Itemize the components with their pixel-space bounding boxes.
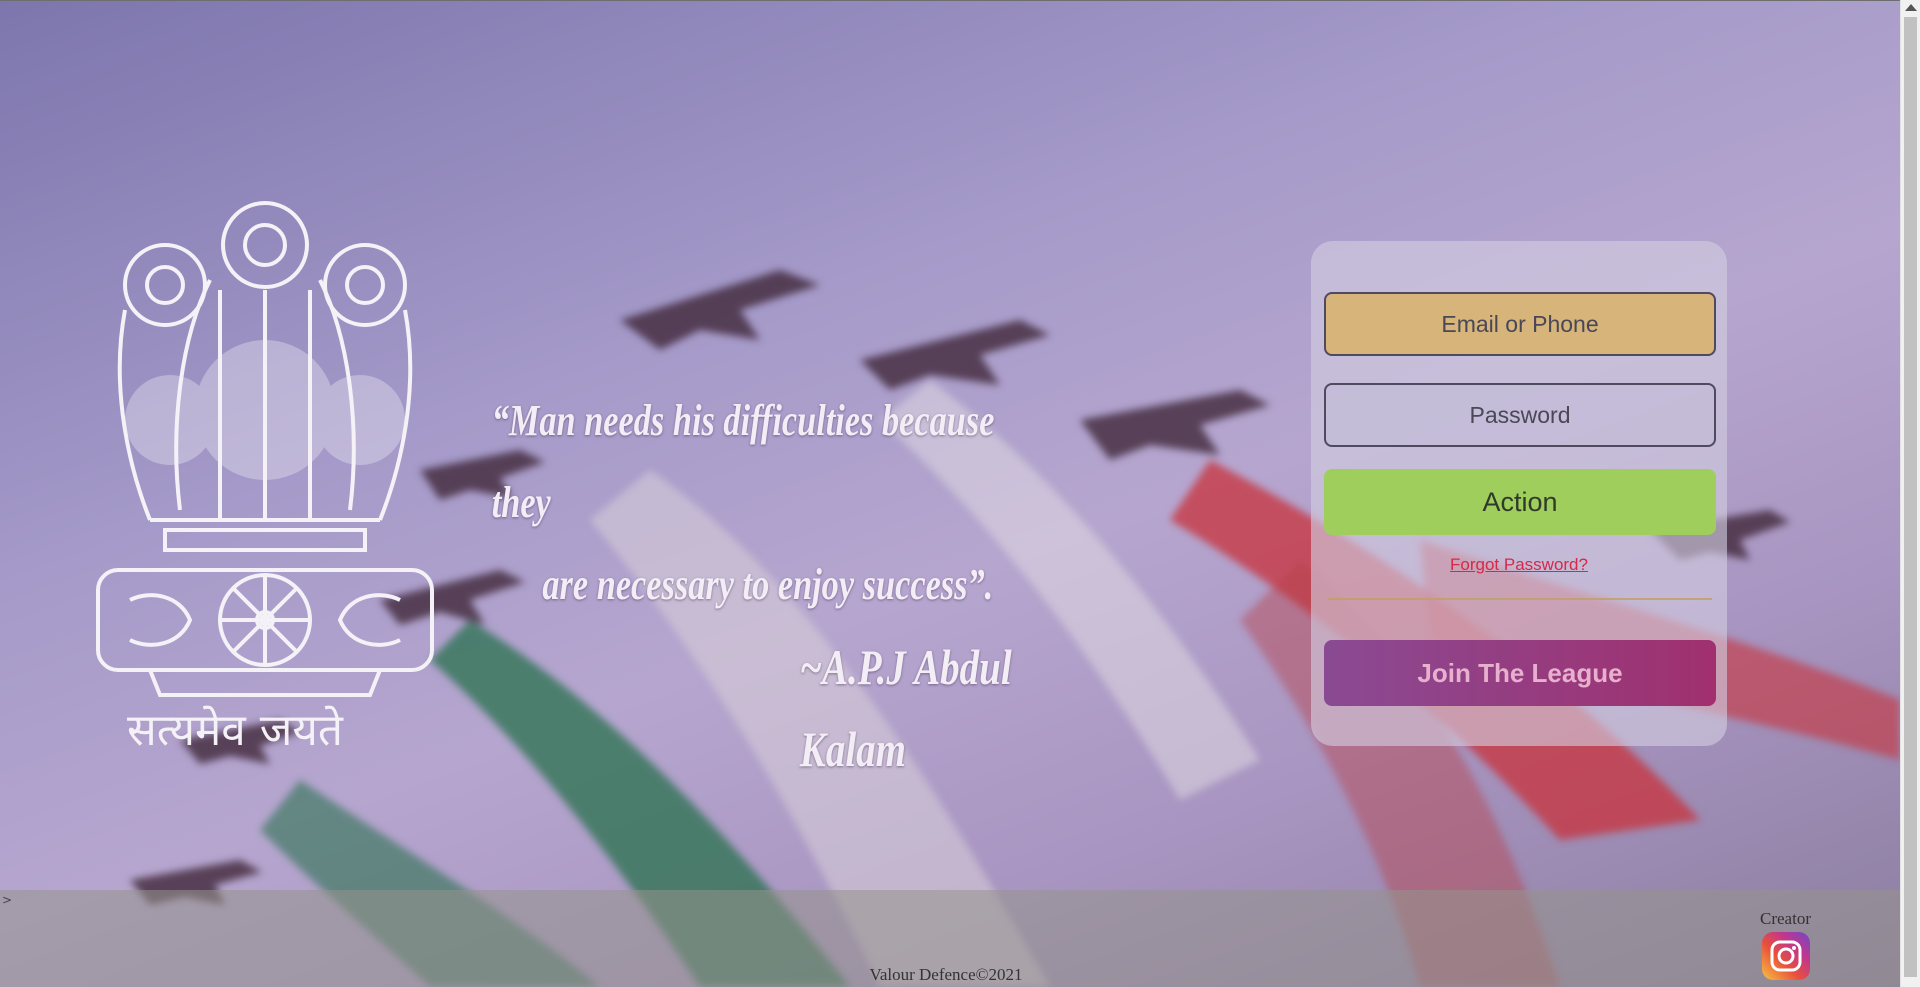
national-emblem: सत्यमेव जयते	[70, 190, 460, 760]
password-placeholder: Password	[1469, 401, 1571, 428]
creator-label: Creator	[1760, 909, 1811, 928]
scroll-up-icon[interactable]	[1905, 4, 1917, 11]
quote-line-2: are necessary to enjoy success”.	[542, 560, 994, 609]
divider	[1328, 598, 1712, 600]
lion-capital-icon	[96, 201, 434, 697]
top-border	[0, 0, 1900, 1]
quote-line-1: “Man needs his difficulties because they	[491, 396, 995, 527]
quote-author: ~A.P.J Abdul Kalam	[799, 639, 1012, 777]
emblem-motto: सत्यमेव जयते	[126, 705, 344, 756]
password-field[interactable]: Password	[1324, 383, 1716, 447]
action-button[interactable]: Action	[1324, 469, 1716, 535]
footer: > Creator Valour Defence©2021	[0, 890, 1900, 987]
email-field[interactable]: Email or Phone	[1324, 292, 1716, 356]
forgot-password-link[interactable]: Forgot Password?	[1311, 555, 1727, 575]
quote-block: “Man needs his difficulties because they…	[480, 380, 1042, 790]
footer-caret: >	[2, 893, 13, 907]
scroll-thumb[interactable]	[1904, 17, 1917, 977]
join-league-button[interactable]: Join The League	[1324, 640, 1716, 706]
email-placeholder: Email or Phone	[1441, 310, 1599, 337]
login-card: Email or Phone Password Action Forgot Pa…	[1311, 241, 1727, 746]
vertical-scrollbar[interactable]	[1900, 0, 1920, 987]
copyright: Valour Defence©2021	[869, 965, 1023, 984]
